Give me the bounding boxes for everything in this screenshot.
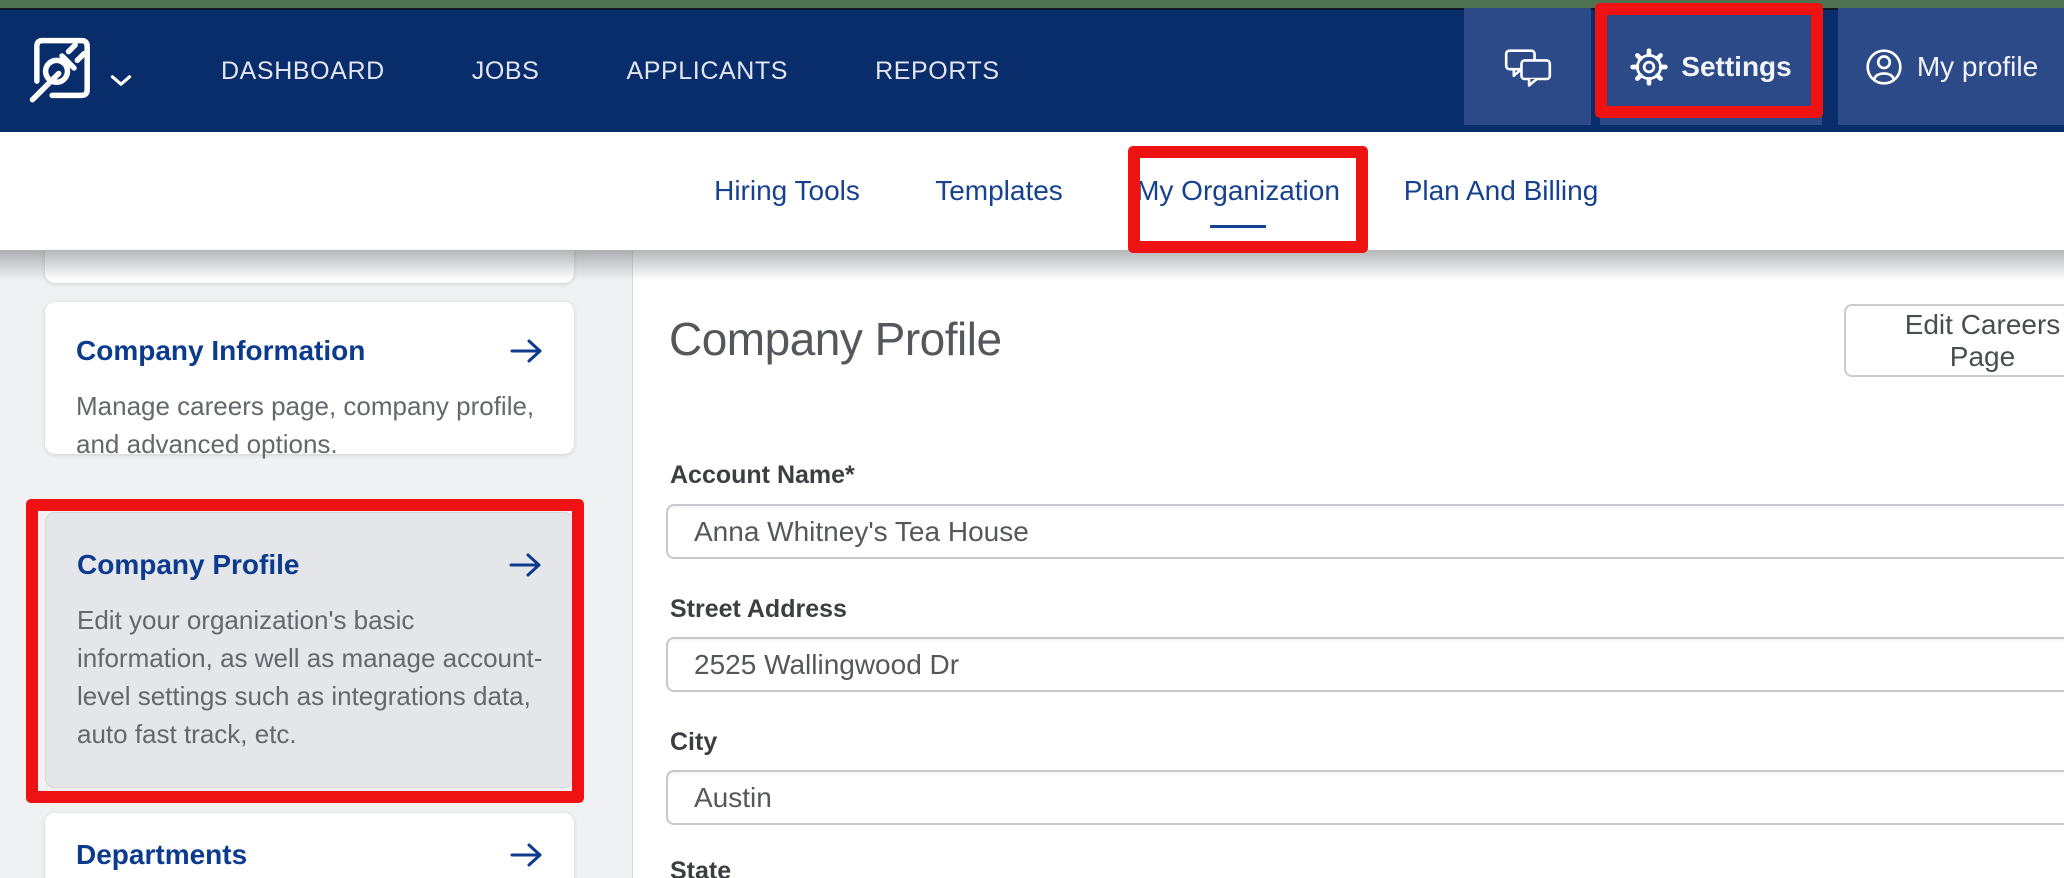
gear-icon [1630,47,1668,86]
sidebar-card-company-profile[interactable]: Company Profile Edit your organization's… [45,512,574,788]
city-field[interactable] [666,770,2064,825]
sidebar-card-company-information[interactable]: Company Information Manage careers page,… [45,302,574,459]
arrow-right-icon [510,843,542,867]
active-tab-underline [1210,225,1266,228]
company-logo-button[interactable] [29,33,95,103]
page-title: Company Profile [669,313,1002,365]
chat-icon [1504,48,1551,87]
logo-dropdown-toggle[interactable] [110,74,132,87]
tab-plan-and-billing[interactable]: Plan And Billing [1404,132,1599,250]
settings-label: Settings [1681,50,1792,82]
top-navigation-bar: DASHBOARD JOBS APPLICANTS REPORTS Settin… [0,8,2064,132]
tab-label: Plan And Billing [1403,175,1599,206]
nav-item-applicants[interactable]: APPLICANTS [626,57,788,86]
nav-item-dashboard[interactable]: DASHBOARD [221,57,385,86]
messages-button[interactable] [1464,8,1591,125]
plug-logo-icon [29,37,90,103]
primary-nav: DASHBOARD JOBS APPLICANTS REPORTS [221,10,1000,132]
app-window: DASHBOARD JOBS APPLICANTS REPORTS Settin… [0,0,2064,878]
card-title: Departments [76,839,248,870]
state-label: State [670,857,732,878]
settings-button[interactable]: Settings [1600,8,1822,125]
sidebar-card-partial[interactable] [45,250,574,283]
card-title: Company Information [76,335,366,366]
my-profile-button[interactable]: My profile [1838,8,2064,125]
my-profile-label: My profile [1916,50,2039,82]
settings-tab-bar: Hiring Tools Templates My Organization P… [0,132,2064,250]
street-address-field[interactable] [666,637,2064,692]
card-title: Company Profile [77,549,300,580]
tab-label: Templates [935,175,1063,206]
arrow-right-icon [509,553,541,577]
nav-item-reports[interactable]: REPORTS [875,57,1000,86]
arrow-right-icon [510,339,542,363]
account-name-label: Account Name* [670,461,855,489]
account-name-field[interactable] [666,504,2064,559]
city-label: City [670,728,718,756]
edit-careers-page-button[interactable]: Edit Careers Page [1844,304,2064,377]
tab-templates[interactable]: Templates [935,132,1063,250]
tab-label: Hiring Tools [714,175,860,206]
tab-my-organization[interactable]: My Organization [1136,132,1340,250]
card-description: Edit your organization's basic informati… [77,605,543,749]
card-description: Manage careers page, company profile, an… [76,391,535,459]
chevron-down-icon [110,75,132,86]
person-icon [1866,48,1902,85]
sidebar-card-departments[interactable]: Departments [45,813,574,878]
tab-label: My Organization [1136,175,1340,206]
tab-hiring-tools[interactable]: Hiring Tools [714,132,860,250]
street-address-label: Street Address [670,595,847,623]
nav-item-jobs[interactable]: JOBS [472,57,540,86]
